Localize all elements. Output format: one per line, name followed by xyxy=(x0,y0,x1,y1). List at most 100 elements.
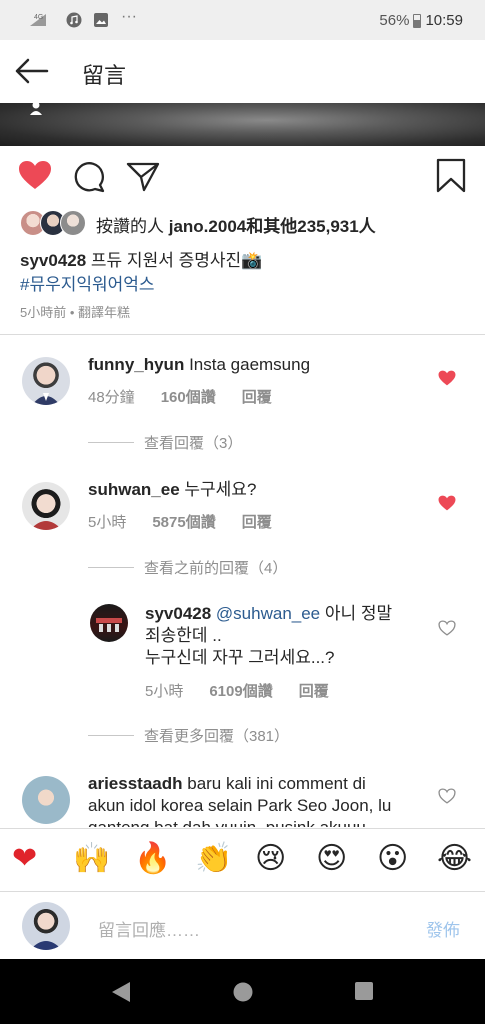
top-app-bar: 留言 xyxy=(0,40,485,103)
comment-body: suhwan_ee 누구세요? xyxy=(88,479,256,501)
view-replies-toggle[interactable]: 查看回覆（3） xyxy=(88,432,242,453)
comment-time: 5小時 xyxy=(88,514,127,531)
comment-line-1: ariesstaadh baru kali ini comment di xyxy=(88,773,428,795)
svg-text:4G: 4G xyxy=(34,14,43,21)
reply-mention[interactable]: @suhwan_ee xyxy=(216,604,320,623)
comment-text: 누구세요? xyxy=(184,480,257,499)
emoji-clapping[interactable]: 👏 xyxy=(195,841,232,877)
system-nav-bar xyxy=(0,959,485,1024)
comment-text-2: akun idol korea selain Park Seo Joon, lu xyxy=(88,796,392,815)
comment-like-heart-icon[interactable] xyxy=(438,370,456,386)
caption-hashtag[interactable]: #뮤우지익워어억스 xyxy=(20,270,155,295)
emoji-crying[interactable]: 😢 xyxy=(255,841,286,877)
caption-username[interactable]: syv0428 xyxy=(20,251,86,270)
comment-username[interactable]: ariesstaadh xyxy=(88,774,183,793)
likes-count[interactable]: 235,931人 xyxy=(297,217,375,236)
view-more-replies-toggle[interactable]: 查看更多回覆（381） xyxy=(88,725,289,746)
reply-text-3: 누구신데 자꾸 그러세요...? xyxy=(145,648,335,667)
avatar xyxy=(60,210,86,236)
battery-percent: 56% xyxy=(379,12,410,29)
emoji-tears-of-joy[interactable]: 😂 xyxy=(437,841,472,877)
avatar[interactable] xyxy=(22,357,70,405)
clock: 10:59 xyxy=(425,12,463,29)
nav-recents-icon[interactable] xyxy=(354,981,374,1006)
page-title: 留言 xyxy=(82,63,127,88)
back-arrow-icon[interactable] xyxy=(14,56,50,86)
signal-icon: 4G xyxy=(28,12,50,31)
reply-text-2: 죄송한데 .. xyxy=(145,626,222,645)
emoji-quick-reply-bar: ❤ 🙌 🔥 👏 😢 😍 😮 😂 xyxy=(0,828,485,891)
likes-summary[interactable]: 按讚的人 jano.2004和其他235,931人 xyxy=(96,212,376,237)
reply-button[interactable]: 回覆 xyxy=(242,511,272,532)
view-more-replies-label: 查看更多回覆（381） xyxy=(144,728,290,745)
emoji-surprised[interactable]: 😮 xyxy=(377,841,408,877)
emoji-heart-eyes[interactable]: 😍 xyxy=(316,841,347,877)
comment-like-heart-icon[interactable] xyxy=(438,495,456,511)
reply-likes[interactable]: 6109個讚 xyxy=(209,680,272,701)
divider xyxy=(0,334,485,335)
divider xyxy=(88,567,134,568)
battery-icon xyxy=(413,13,422,28)
comment-likes[interactable]: 5875個讚 xyxy=(152,511,215,532)
comment-text: Insta gaemsung xyxy=(189,355,311,374)
status-bar: 4G ··· 56% 10:59 xyxy=(0,0,485,40)
reply-username[interactable]: syv0428 xyxy=(145,604,211,623)
view-replies-label: 查看回覆（3） xyxy=(144,435,243,452)
post-time-value: 5小時前 xyxy=(20,305,67,320)
share-direct-icon[interactable] xyxy=(126,161,160,198)
music-icon xyxy=(66,12,82,31)
reply-button[interactable]: 回覆 xyxy=(299,680,329,701)
comment-text-3: ganteng bat dah yuuin, pusink akuuu xyxy=(88,817,428,827)
comment-username[interactable]: funny_hyun xyxy=(88,355,184,374)
comment-text-1: baru kali ini comment di xyxy=(187,774,366,793)
liker-avatars[interactable] xyxy=(20,210,86,236)
comment-body: ariesstaadh baru kali ini comment di aku… xyxy=(88,773,428,827)
comment-time: 48分鐘 xyxy=(88,389,135,406)
status-right: 56% 10:59 xyxy=(379,12,463,29)
comment-like-heart-icon[interactable] xyxy=(438,788,456,804)
gallery-icon xyxy=(93,12,109,31)
avatar xyxy=(22,902,70,950)
nav-home-icon[interactable] xyxy=(232,981,254,1008)
divider xyxy=(88,735,134,736)
comment-username[interactable]: suhwan_ee xyxy=(88,480,180,499)
reply-line-1: syv0428 @suhwan_ee 아니 정말 xyxy=(145,603,415,625)
emoji-raising-hands[interactable]: 🙌 xyxy=(73,841,110,877)
user-tag-icon[interactable] xyxy=(28,100,44,116)
reply-time: 5小時 xyxy=(145,683,184,700)
avatar[interactable] xyxy=(22,776,70,824)
avatar[interactable] xyxy=(22,482,70,530)
reply-like-heart-icon[interactable] xyxy=(438,620,456,636)
reply-meta: 5小時 6109個讚 回覆 xyxy=(145,680,329,701)
post-time: 5小時前 • 翻譯年糕 xyxy=(20,302,130,321)
bookmark-icon[interactable] xyxy=(436,158,466,199)
caption-text: 프듀 지원서 증명사진📸 xyxy=(90,251,263,270)
view-previous-replies-label: 查看之前的回覆（4） xyxy=(144,560,288,577)
comment-body: funny_hyun Insta gaemsung xyxy=(88,354,310,376)
likes-mid: 和其他 xyxy=(246,217,298,236)
more-notifications-icon: ··· xyxy=(121,8,137,25)
comment-input-bar xyxy=(0,891,485,960)
post-photo[interactable] xyxy=(0,103,485,146)
nav-back-icon[interactable] xyxy=(110,980,132,1009)
translate-link[interactable]: 翻譯年糕 xyxy=(78,305,130,320)
avatar[interactable] xyxy=(90,604,128,642)
like-heart-icon[interactable] xyxy=(18,160,52,195)
likes-prefix: 按讚的人 xyxy=(96,217,164,236)
emoji-fire[interactable]: 🔥 xyxy=(134,841,171,877)
post-caption: syv0428 프듀 지원서 증명사진📸 xyxy=(20,246,262,271)
comment-input[interactable]: 留言回應…… xyxy=(98,916,200,941)
likes-user[interactable]: jano.2004 xyxy=(169,217,247,236)
time-separator: • xyxy=(66,305,79,320)
reply-text-1: 아니 정말 xyxy=(324,604,393,623)
comment-meta: 5小時 5875個讚 回覆 xyxy=(88,511,272,532)
emoji-heart[interactable]: ❤ xyxy=(12,841,37,877)
view-previous-replies-toggle[interactable]: 查看之前的回覆（4） xyxy=(88,557,287,578)
reply-body: syv0428 @suhwan_ee 아니 정말 죄송한데 .. 누구신데 자꾸… xyxy=(145,603,415,669)
comment-meta: 48分鐘 160個讚 回覆 xyxy=(88,386,272,407)
reply-button[interactable]: 回覆 xyxy=(242,386,272,407)
comment-likes[interactable]: 160個讚 xyxy=(161,386,216,407)
divider xyxy=(88,442,134,443)
comment-icon[interactable] xyxy=(73,161,105,198)
post-button[interactable]: 發佈 xyxy=(426,916,460,941)
